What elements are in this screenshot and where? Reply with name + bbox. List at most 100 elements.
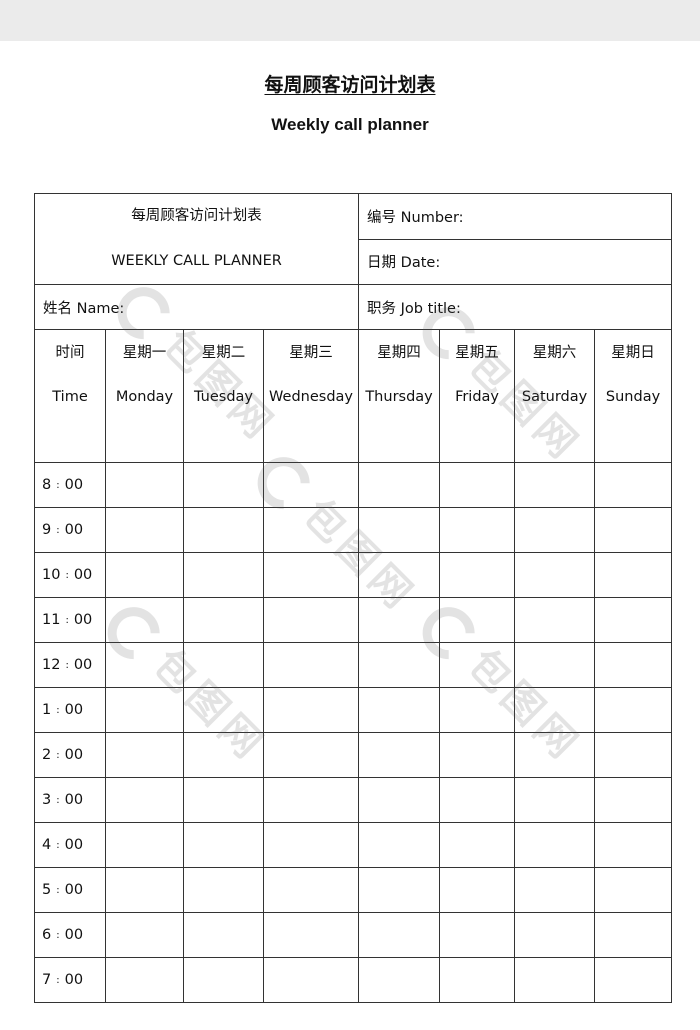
slot-cell-friday[interactable] — [439, 867, 516, 913]
slot-cell-wednesday[interactable] — [262, 462, 360, 508]
slot-cell-monday[interactable] — [105, 957, 184, 1003]
slot-cell-saturday[interactable] — [514, 822, 596, 868]
slot-cell-sunday[interactable] — [594, 597, 673, 643]
slot-cell-wednesday[interactable] — [262, 687, 360, 733]
slot-cell-saturday[interactable] — [514, 597, 596, 643]
slot-cell-sunday[interactable] — [594, 957, 673, 1003]
slot-cell-monday[interactable] — [105, 462, 184, 508]
slot-cell-tuesday[interactable] — [183, 867, 264, 913]
slot-cell-thursday[interactable] — [358, 822, 441, 868]
time-minute: 00 — [64, 522, 84, 538]
slot-cell-friday[interactable] — [439, 912, 516, 958]
slot-cell-tuesday[interactable] — [183, 912, 264, 958]
slot-cell-saturday[interactable] — [514, 777, 596, 823]
slot-cell-thursday[interactable] — [358, 462, 441, 508]
slot-cell-friday[interactable] — [439, 777, 516, 823]
time-label-cell: 4:00 — [34, 822, 106, 868]
slot-cell-monday[interactable] — [105, 597, 184, 643]
slot-cell-wednesday[interactable] — [262, 597, 360, 643]
slot-cell-sunday[interactable] — [594, 777, 673, 823]
slot-cell-friday[interactable] — [439, 507, 516, 553]
slot-cell-saturday[interactable] — [514, 912, 596, 958]
slot-cell-tuesday[interactable] — [183, 687, 264, 733]
slot-cell-tuesday[interactable] — [183, 957, 264, 1003]
slot-cell-friday[interactable] — [439, 687, 516, 733]
slot-cell-sunday[interactable] — [594, 507, 673, 553]
number-field[interactable]: 编号 Number: — [358, 193, 673, 240]
slot-cell-tuesday[interactable] — [183, 732, 264, 778]
job-title-field[interactable]: 职务 Job title: — [358, 284, 673, 330]
slot-cell-friday[interactable] — [439, 822, 516, 868]
page-title-cn: 每周顾客访问计划表 — [264, 74, 436, 96]
slot-cell-sunday[interactable] — [594, 687, 673, 733]
time-minute: 00 — [73, 612, 93, 628]
slot-cell-monday[interactable] — [105, 552, 184, 598]
slot-cell-wednesday[interactable] — [262, 822, 360, 868]
slot-cell-wednesday[interactable] — [262, 642, 360, 688]
slot-cell-saturday[interactable] — [514, 867, 596, 913]
slot-cell-thursday[interactable] — [358, 642, 441, 688]
slot-cell-monday[interactable] — [105, 687, 184, 733]
time-label-cell: 6:00 — [34, 912, 106, 958]
slot-cell-wednesday[interactable] — [262, 777, 360, 823]
slot-cell-thursday[interactable] — [358, 552, 441, 598]
slot-cell-friday[interactable] — [439, 642, 516, 688]
name-field[interactable]: 姓名 Name: — [33, 284, 360, 330]
slot-cell-saturday[interactable] — [514, 957, 596, 1003]
time-separator: : — [56, 930, 60, 941]
slot-cell-wednesday[interactable] — [262, 957, 360, 1003]
slot-cell-saturday[interactable] — [514, 462, 596, 508]
slot-cell-wednesday[interactable] — [262, 732, 360, 778]
slot-cell-thursday[interactable] — [358, 777, 441, 823]
slot-cell-tuesday[interactable] — [183, 777, 264, 823]
slot-cell-thursday[interactable] — [358, 912, 441, 958]
slot-cell-tuesday[interactable] — [183, 597, 264, 643]
slot-cell-thursday[interactable] — [358, 732, 441, 778]
slot-cell-saturday[interactable] — [514, 552, 596, 598]
slot-cell-thursday[interactable] — [358, 687, 441, 733]
slot-cell-tuesday[interactable] — [183, 507, 264, 553]
time-slot-row: 12:00 — [34, 642, 673, 688]
slot-cell-sunday[interactable] — [594, 822, 673, 868]
slot-cell-sunday[interactable] — [594, 732, 673, 778]
slot-cell-saturday[interactable] — [514, 507, 596, 553]
time-minute: 00 — [64, 477, 84, 493]
slot-cell-thursday[interactable] — [358, 957, 441, 1003]
slot-cell-sunday[interactable] — [594, 642, 673, 688]
time-slot-row: 9:00 — [34, 507, 673, 553]
slot-cell-thursday[interactable] — [358, 597, 441, 643]
slot-cell-friday[interactable] — [439, 597, 516, 643]
slot-cell-friday[interactable] — [439, 462, 516, 508]
slot-cell-saturday[interactable] — [514, 642, 596, 688]
slot-cell-saturday[interactable] — [514, 732, 596, 778]
slot-cell-monday[interactable] — [105, 822, 184, 868]
slot-cell-thursday[interactable] — [358, 867, 441, 913]
slot-cell-tuesday[interactable] — [183, 822, 264, 868]
slot-cell-saturday[interactable] — [514, 687, 596, 733]
date-field[interactable]: 日期 Date: — [358, 238, 673, 285]
slot-cell-monday[interactable] — [105, 912, 184, 958]
slot-cell-friday[interactable] — [439, 552, 516, 598]
slot-cell-friday[interactable] — [439, 732, 516, 778]
slot-cell-monday[interactable] — [105, 732, 184, 778]
slot-cell-monday[interactable] — [105, 777, 184, 823]
slot-cell-wednesday[interactable] — [262, 507, 360, 553]
slot-cell-monday[interactable] — [105, 507, 184, 553]
slot-cell-tuesday[interactable] — [183, 462, 264, 508]
time-slot-row: 10:00 — [34, 552, 673, 598]
slot-cell-wednesday[interactable] — [262, 867, 360, 913]
slot-cell-thursday[interactable] — [358, 507, 441, 553]
slot-cell-tuesday[interactable] — [183, 552, 264, 598]
time-separator: : — [56, 480, 60, 491]
slot-cell-wednesday[interactable] — [262, 912, 360, 958]
slot-cell-sunday[interactable] — [594, 867, 673, 913]
time-hour: 3 — [42, 792, 52, 808]
slot-cell-tuesday[interactable] — [183, 642, 264, 688]
slot-cell-monday[interactable] — [105, 642, 184, 688]
slot-cell-sunday[interactable] — [594, 912, 673, 958]
slot-cell-sunday[interactable] — [594, 462, 673, 508]
slot-cell-wednesday[interactable] — [262, 552, 360, 598]
slot-cell-monday[interactable] — [105, 867, 184, 913]
slot-cell-sunday[interactable] — [594, 552, 673, 598]
slot-cell-friday[interactable] — [439, 957, 516, 1003]
